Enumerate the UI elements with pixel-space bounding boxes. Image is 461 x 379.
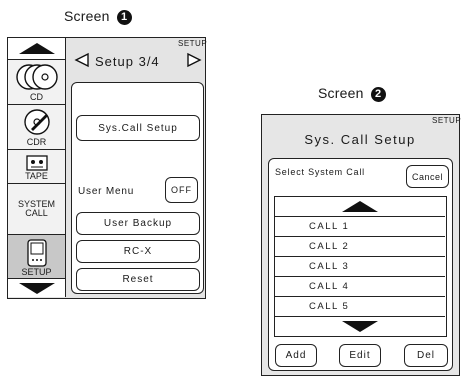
source-item-tape[interactable]: TAPE — [8, 150, 65, 184]
source-label-setup: SETUP — [21, 267, 52, 277]
triangle-up-icon — [18, 43, 55, 54]
arrow-right-icon — [187, 52, 202, 68]
screen1-number-badge: 1 — [116, 10, 132, 25]
source-item-cd[interactable]: CD — [8, 60, 65, 105]
screen2-caption: Screen 2 — [318, 85, 386, 102]
list-item-call-3[interactable]: CALL 3 — [275, 257, 445, 277]
add-button[interactable]: Add — [275, 344, 317, 367]
screen1-panel: CD CDR TAPE SYSTEM CALL SETUP SETUP Setu… — [7, 37, 208, 299]
screen1-caption: Screen 1 — [64, 8, 132, 25]
source-item-cdr[interactable]: CDR — [8, 105, 65, 150]
list-item-call-2[interactable]: CALL 2 — [275, 237, 445, 257]
source-column: CD CDR TAPE SYSTEM CALL SETUP — [8, 38, 66, 297]
del-button[interactable]: Del — [404, 344, 448, 367]
screen2-setup-tag: SETUP — [432, 116, 461, 125]
list-item-call-4[interactable]: CALL 4 — [275, 277, 445, 297]
cancel-button[interactable]: Cancel — [406, 165, 449, 188]
list-item-call-1[interactable]: CALL 1 — [275, 217, 445, 237]
screen2-panel: SETUP Sys. Call Setup Select System Call… — [261, 114, 461, 376]
setup-page-title: Setup 3/4 — [95, 54, 160, 69]
sys-call-setup-button[interactable]: Sys.Call Setup — [76, 115, 200, 141]
rc-x-button[interactable]: RC-X — [76, 240, 200, 263]
source-scroll-up-button[interactable] — [8, 38, 65, 60]
source-scroll-down-button[interactable] — [8, 279, 65, 297]
system-call-list: CALL 1 CALL 2 CALL 3 CALL 4 CALL 5 — [274, 196, 447, 337]
source-label-cd: CD — [30, 92, 43, 102]
list-scroll-up-button[interactable] — [275, 197, 445, 217]
sys-call-content-area: Select System Call Cancel CALL 1 CALL 2 … — [268, 158, 453, 371]
page-next-button[interactable] — [186, 52, 204, 70]
select-system-call-label: Select System Call — [275, 167, 365, 177]
page-prev-button[interactable] — [74, 52, 92, 70]
tape-icon — [25, 155, 48, 171]
cd-icon — [15, 64, 58, 90]
source-label-cdr: CDR — [26, 137, 47, 147]
arrow-left-icon — [74, 52, 89, 68]
edit-button[interactable]: Edit — [339, 344, 381, 367]
triangle-up-icon — [342, 201, 378, 212]
source-item-system-call[interactable]: SYSTEM CALL — [8, 184, 65, 235]
list-scroll-down-button[interactable] — [275, 317, 445, 335]
source-label-tape: TAPE — [25, 171, 48, 181]
screen2-title: Sys. Call Setup — [304, 132, 416, 147]
source-item-setup[interactable]: SETUP — [8, 235, 65, 279]
user-menu-label: User Menu — [78, 186, 135, 197]
list-item-call-5[interactable]: CALL 5 — [275, 297, 445, 317]
remote-icon — [26, 239, 47, 267]
setup-content-area: Sys.Call Setup User Menu OFF User Backup… — [71, 82, 204, 294]
user-backup-button[interactable]: User Backup — [76, 212, 200, 235]
source-label-call: CALL — [25, 208, 48, 218]
screen2-number-badge: 2 — [370, 87, 386, 102]
user-menu-toggle-button[interactable]: OFF — [165, 177, 198, 203]
reset-button[interactable]: Reset — [76, 268, 200, 291]
screen1-setup-tag: SETUP — [178, 39, 208, 48]
triangle-down-icon — [18, 282, 55, 294]
triangle-down-icon — [342, 320, 378, 332]
cdr-icon — [23, 109, 50, 135]
